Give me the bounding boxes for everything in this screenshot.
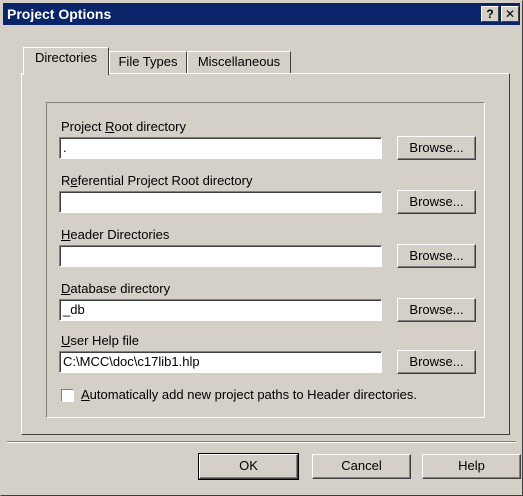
directories-group: Project Root directory . Browse... Refer… bbox=[46, 102, 485, 418]
tab-miscellaneous-label: Miscellaneous bbox=[197, 54, 281, 69]
referential-root-input[interactable] bbox=[59, 191, 382, 213]
tab-file-types-label: File Types bbox=[118, 54, 178, 69]
window-title: Project Options bbox=[7, 6, 112, 22]
footer-separator bbox=[7, 441, 516, 443]
tab-file-types[interactable]: File Types bbox=[109, 51, 187, 73]
referential-root-label: Referential Project Root directory bbox=[61, 173, 253, 188]
ok-button[interactable]: OK bbox=[198, 453, 299, 480]
help-button[interactable]: Help bbox=[422, 454, 521, 479]
user-help-file-browse-button[interactable]: Browse... bbox=[397, 350, 476, 374]
close-button[interactable]: ✕ bbox=[501, 6, 519, 22]
project-root-browse-button[interactable]: Browse... bbox=[397, 136, 476, 160]
auto-add-paths-checkbox[interactable] bbox=[61, 389, 74, 402]
header-directories-label: Header Directories bbox=[61, 227, 170, 242]
project-root-label: Project Root directory bbox=[61, 119, 187, 134]
tab-directories[interactable]: Directories bbox=[23, 47, 109, 75]
tab-directories-label: Directories bbox=[34, 50, 98, 65]
database-directory-browse-button[interactable]: Browse... bbox=[397, 298, 476, 322]
cancel-button[interactable]: Cancel bbox=[312, 454, 411, 479]
user-help-file-label: User Help file bbox=[61, 333, 140, 348]
header-directories-input[interactable] bbox=[59, 245, 382, 267]
tab-miscellaneous[interactable]: Miscellaneous bbox=[187, 51, 291, 73]
directories-panel: Project Root directory . Browse... Refer… bbox=[21, 73, 510, 435]
referential-root-browse-button[interactable]: Browse... bbox=[397, 190, 476, 214]
help-title-button[interactable]: ? bbox=[481, 6, 499, 22]
title-bar[interactable]: Project Options ? ✕ bbox=[3, 3, 520, 25]
database-directory-input[interactable]: _db bbox=[59, 299, 382, 321]
project-options-dialog: Project Options ? ✕ Directories File Typ… bbox=[0, 0, 523, 496]
project-root-input[interactable]: . bbox=[59, 137, 382, 159]
header-directories-browse-button[interactable]: Browse... bbox=[397, 244, 476, 268]
database-directory-label: Database directory bbox=[61, 281, 171, 296]
auto-add-paths-label[interactable]: Automatically add new project paths to H… bbox=[81, 387, 417, 402]
user-help-file-input[interactable]: C:\MCC\doc\c17lib1.hlp bbox=[59, 351, 382, 373]
